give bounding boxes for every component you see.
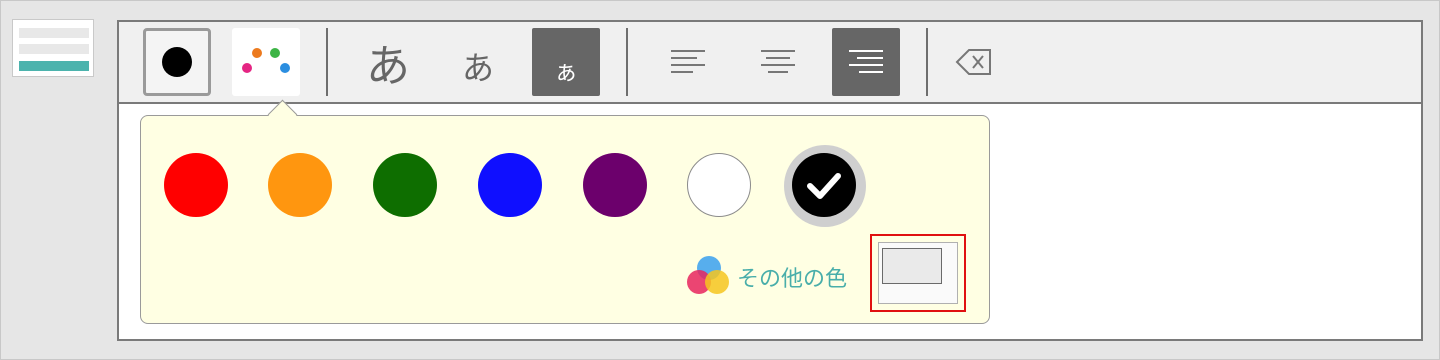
font-size-small-glyph: ぁ bbox=[554, 57, 578, 86]
palette-dot-blue bbox=[280, 63, 290, 73]
color-swatch-green[interactable] bbox=[373, 153, 437, 217]
font-size-medium-button[interactable]: あ bbox=[444, 28, 512, 96]
color-swatch-blue[interactable] bbox=[478, 153, 542, 217]
font-size-large-button[interactable]: あ bbox=[354, 28, 422, 96]
color-swatch-white[interactable] bbox=[687, 153, 751, 217]
font-size-large-glyph: あ bbox=[366, 41, 410, 92]
palette-dot-pink bbox=[242, 63, 252, 73]
page-thumbnail[interactable] bbox=[12, 19, 94, 77]
format-toolbar: あ あ ぁ bbox=[119, 22, 1421, 104]
current-color-dot bbox=[162, 47, 192, 77]
color-palette-button[interactable] bbox=[232, 28, 300, 96]
custom-color-slot[interactable] bbox=[870, 234, 966, 312]
more-colors-icon[interactable] bbox=[687, 256, 731, 296]
backspace-icon bbox=[955, 49, 991, 75]
thumbnail-accent-line bbox=[19, 61, 89, 71]
delete-button[interactable] bbox=[941, 28, 1009, 96]
thumbnail-line bbox=[19, 28, 89, 38]
checkmark-icon bbox=[807, 173, 841, 199]
color-swatch-black[interactable] bbox=[792, 153, 856, 217]
align-left-icon bbox=[671, 50, 705, 74]
align-right-icon bbox=[849, 50, 883, 74]
color-swatch-red[interactable] bbox=[164, 153, 228, 217]
align-right-button[interactable] bbox=[832, 28, 900, 96]
more-colors-link[interactable]: その他の色 bbox=[737, 261, 847, 293]
color-swatch-purple[interactable] bbox=[583, 153, 647, 217]
thumbnail-line bbox=[19, 44, 89, 54]
toolbar-separator bbox=[926, 28, 928, 96]
toolbar-separator bbox=[326, 28, 328, 96]
font-size-small-button[interactable]: ぁ bbox=[532, 28, 600, 96]
align-center-icon bbox=[761, 50, 795, 74]
align-center-button[interactable] bbox=[744, 28, 812, 96]
current-color-button[interactable] bbox=[143, 28, 211, 96]
toolbar-separator bbox=[626, 28, 628, 96]
color-swatch-orange[interactable] bbox=[268, 153, 332, 217]
palette-dot-orange bbox=[252, 48, 262, 58]
palette-dot-green bbox=[270, 48, 280, 58]
font-size-medium-glyph: あ bbox=[461, 49, 494, 87]
color-palette-popup: その他の色 bbox=[140, 99, 990, 324]
custom-color-swatch bbox=[882, 248, 942, 284]
align-left-button[interactable] bbox=[654, 28, 722, 96]
